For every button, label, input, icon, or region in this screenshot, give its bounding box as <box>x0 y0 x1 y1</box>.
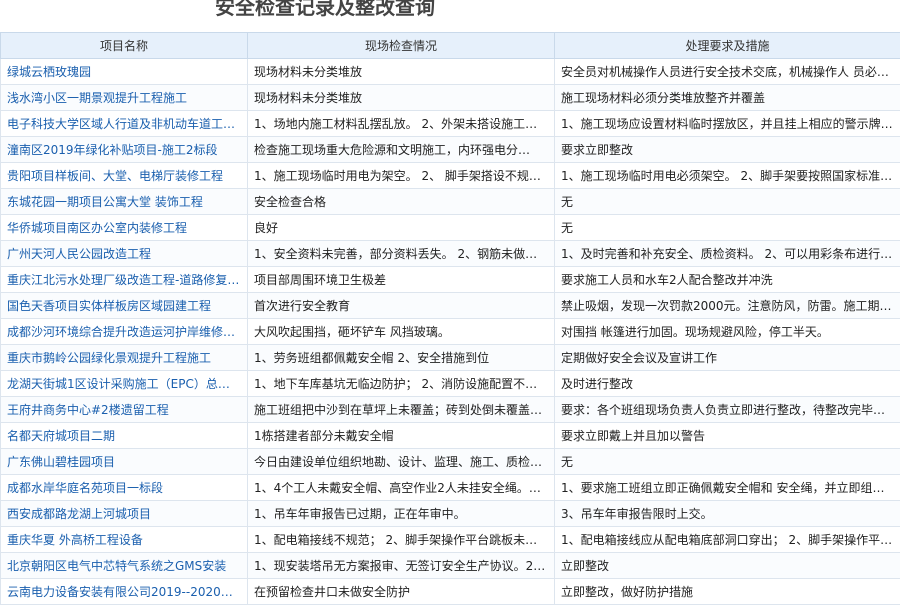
requirements-cell: 无 <box>555 215 900 241</box>
site-inspection-cell: 1、地下车库基坑无临边防护； 2、消防设施配置不全… <box>248 371 555 397</box>
requirements-cell: 禁止吸烟，发现一次罚款2000元。注意防风，防雷。施工期间… <box>555 293 900 319</box>
requirements-cell: 3、吊车年审报告限时上交。 <box>555 501 900 527</box>
page-title: 安全检查记录及整改查询 <box>215 0 435 20</box>
requirements-cell: 1、及时完善和补充安全、质检资料。 2、可以用彩条布进行遮… <box>555 241 900 267</box>
table-row[interactable]: 重庆市鹅岭公园绿化景观提升工程施工1、劳务班组都佩戴安全帽 2、安全措施到位定期… <box>1 345 900 371</box>
requirements-cell: 1、要求施工班组立即正确佩戴安全帽和 安全绳，并立即组织跳… <box>555 475 900 501</box>
site-inspection-cell: 在预留检查井口未做安全防护 <box>248 579 555 605</box>
table-row[interactable]: 重庆江北污水处理厂级改造工程-道路修复工程项目部周围环境卫生极差要求施工人员和水… <box>1 267 900 293</box>
table-row[interactable]: 成都沙河环境综合提升改造运河护岸维修改造大风吹起围挡，砸坏铲车 风挡玻璃。对围挡… <box>1 319 900 345</box>
site-inspection-cell: 1、配电箱接线不规范； 2、脚手架操作平台跳板未满… <box>248 527 555 553</box>
requirements-cell: 安全员对机械操作人员进行安全技术交底，机械操作人 员必须… <box>555 59 900 85</box>
project-name-link[interactable]: 北京朝阳区电气中芯特气系统之GMS安装 <box>1 553 248 579</box>
column-header-requirements[interactable]: 处理要求及措施 <box>555 33 900 59</box>
site-inspection-cell: 1栋搭建者部分未戴安全帽 <box>248 423 555 449</box>
column-header-project-name[interactable]: 项目名称 <box>1 33 248 59</box>
table-row[interactable]: 东城花园一期项目公寓大堂 装饰工程安全检查合格无 <box>1 189 900 215</box>
table-row[interactable]: 龙湖天街城1区设计采购施工（EPC）总承包工程1、地下车库基坑无临边防护； 2、… <box>1 371 900 397</box>
site-inspection-cell: 1、现安装塔吊无方案报审、无签订安全生产协议。2、… <box>248 553 555 579</box>
project-name-link[interactable]: 龙湖天街城1区设计采购施工（EPC）总承包工程 <box>1 371 248 397</box>
requirements-cell: 无 <box>555 189 900 215</box>
table-row[interactable]: 北京朝阳区电气中芯特气系统之GMS安装1、现安装塔吊无方案报审、无签订安全生产协… <box>1 553 900 579</box>
table-row[interactable]: 成都水岸华庭名苑项目一标段1、4个工人未戴安全帽、高空作业2人未挂安全绳。无…1… <box>1 475 900 501</box>
project-name-link[interactable]: 王府井商务中心#2楼遗留工程 <box>1 397 248 423</box>
project-name-link[interactable]: 潼南区2019年绿化补贴项目-施工2标段 <box>1 137 248 163</box>
project-name-link[interactable]: 重庆江北污水处理厂级改造工程-道路修复工程 <box>1 267 248 293</box>
column-header-site-inspection[interactable]: 现场检查情况 <box>248 33 555 59</box>
site-inspection-cell: 1、4个工人未戴安全帽、高空作业2人未挂安全绳。无… <box>248 475 555 501</box>
site-inspection-cell: 项目部周围环境卫生极差 <box>248 267 555 293</box>
project-name-link[interactable]: 云南电力设备安装有限公司2019--2020年度劳务… <box>1 579 248 605</box>
requirements-cell: 1、配电箱接线应从配电箱底部洞口穿出； 2、脚手架操作平台… <box>555 527 900 553</box>
table-row[interactable]: 名都天府城项目二期1栋搭建者部分未戴安全帽要求立即戴上并且加以警告 <box>1 423 900 449</box>
project-name-link[interactable]: 重庆华夏 外高桥工程设备 <box>1 527 248 553</box>
requirements-cell: 1、施工现场临时用电必须架空。 2、脚手架要按照国家标准进… <box>555 163 900 189</box>
table-row[interactable]: 国色天香项目实体样板房区域园建工程首次进行安全教育禁止吸烟，发现一次罚款2000… <box>1 293 900 319</box>
requirements-cell: 施工现场材料必须分类堆放整齐并覆盖 <box>555 85 900 111</box>
project-name-link[interactable]: 成都沙河环境综合提升改造运河护岸维修改造 <box>1 319 248 345</box>
requirements-cell: 立即整改 <box>555 553 900 579</box>
requirements-cell: 对围挡 帐篷进行加固。现场规避风险，停工半天。 <box>555 319 900 345</box>
site-inspection-cell: 安全检查合格 <box>248 189 555 215</box>
project-name-link[interactable]: 浅水湾小区一期景观提升工程施工 <box>1 85 248 111</box>
site-inspection-cell: 1、吊车年审报告已过期，正在年审中。 <box>248 501 555 527</box>
table-header: 项目名称 现场检查情况 处理要求及措施 <box>1 33 900 59</box>
table-row[interactable]: 贵阳项目样板间、大堂、电梯厅装修工程1、施工现场临时用电为架空。 2、 脚手架搭… <box>1 163 900 189</box>
site-inspection-cell: 今日由建设单位组织地勘、设计、监理、施工、质检… <box>248 449 555 475</box>
table-row[interactable]: 重庆华夏 外高桥工程设备1、配电箱接线不规范； 2、脚手架操作平台跳板未满…1、… <box>1 527 900 553</box>
table-row[interactable]: 电子科技大学区域人行道及非机动车道工程施工1、场地内施工材料乱摆乱放。 2、外架… <box>1 111 900 137</box>
requirements-cell: 定期做好安全会议及宣讲工作 <box>555 345 900 371</box>
project-name-link[interactable]: 成都水岸华庭名苑项目一标段 <box>1 475 248 501</box>
table-row[interactable]: 浅水湾小区一期景观提升工程施工现场材料未分类堆放施工现场材料必须分类堆放整齐并覆… <box>1 85 900 111</box>
project-name-link[interactable]: 国色天香项目实体样板房区域园建工程 <box>1 293 248 319</box>
table-row[interactable]: 华侨城项目南区办公室内装修工程良好无 <box>1 215 900 241</box>
requirements-cell: 要求立即戴上并且加以警告 <box>555 423 900 449</box>
site-inspection-cell: 大风吹起围挡，砸坏铲车 风挡玻璃。 <box>248 319 555 345</box>
table-row[interactable]: 云南电力设备安装有限公司2019--2020年度劳务…在预留检查井口未做安全防护… <box>1 579 900 605</box>
site-inspection-cell: 1、安全资料未完善，部分资料丢失。 2、钢筋未做防… <box>248 241 555 267</box>
project-name-link[interactable]: 贵阳项目样板间、大堂、电梯厅装修工程 <box>1 163 248 189</box>
site-inspection-cell: 1、劳务班组都佩戴安全帽 2、安全措施到位 <box>248 345 555 371</box>
table-row[interactable]: 潼南区2019年绿化补贴项目-施工2标段检查施工现场重大危险源和文明施工，内环强… <box>1 137 900 163</box>
site-inspection-cell: 检查施工现场重大危险源和文明施工，内环强电分… <box>248 137 555 163</box>
project-name-link[interactable]: 华侨城项目南区办公室内装修工程 <box>1 215 248 241</box>
project-name-link[interactable]: 西安成都路龙湖上河城项目 <box>1 501 248 527</box>
site-inspection-cell: 现场材料未分类堆放 <box>248 59 555 85</box>
table-row[interactable]: 绿城云栖玫瑰园现场材料未分类堆放安全员对机械操作人员进行安全技术交底，机械操作人… <box>1 59 900 85</box>
requirements-cell: 无 <box>555 449 900 475</box>
site-inspection-cell: 施工班组把中沙到在草坪上未覆盖；砖到处倒未覆盖… <box>248 397 555 423</box>
project-name-link[interactable]: 电子科技大学区域人行道及非机动车道工程施工 <box>1 111 248 137</box>
project-name-link[interactable]: 重庆市鹅岭公园绿化景观提升工程施工 <box>1 345 248 371</box>
requirements-cell: 1、施工现场应设置材料临时摆放区，并且挂上相应的警示牌。 … <box>555 111 900 137</box>
site-inspection-cell: 良好 <box>248 215 555 241</box>
requirements-cell: 要求立即整改 <box>555 137 900 163</box>
table-row[interactable]: 广州天河人民公园改造工程1、安全资料未完善，部分资料丢失。 2、钢筋未做防…1、… <box>1 241 900 267</box>
project-name-link[interactable]: 名都天府城项目二期 <box>1 423 248 449</box>
project-name-link[interactable]: 广东佛山碧桂园项目 <box>1 449 248 475</box>
table-row[interactable]: 西安成都路龙湖上河城项目1、吊车年审报告已过期，正在年审中。3、吊车年审报告限时… <box>1 501 900 527</box>
table-body: 绿城云栖玫瑰园现场材料未分类堆放安全员对机械操作人员进行安全技术交底，机械操作人… <box>1 59 900 605</box>
project-name-link[interactable]: 东城花园一期项目公寓大堂 装饰工程 <box>1 189 248 215</box>
requirements-cell: 要求：各个班组现场负责人负责立即进行整改，待整改完毕后经… <box>555 397 900 423</box>
table-row[interactable]: 广东佛山碧桂园项目今日由建设单位组织地勘、设计、监理、施工、质检…无 <box>1 449 900 475</box>
project-name-link[interactable]: 绿城云栖玫瑰园 <box>1 59 248 85</box>
site-inspection-cell: 首次进行安全教育 <box>248 293 555 319</box>
requirements-cell: 要求施工人员和水车2人配合整改并冲洗 <box>555 267 900 293</box>
table-row[interactable]: 王府井商务中心#2楼遗留工程施工班组把中沙到在草坪上未覆盖；砖到处倒未覆盖…要求… <box>1 397 900 423</box>
project-name-link[interactable]: 广州天河人民公园改造工程 <box>1 241 248 267</box>
requirements-cell: 立即整改，做好防护措施 <box>555 579 900 605</box>
requirements-cell: 及时进行整改 <box>555 371 900 397</box>
site-inspection-cell: 1、施工现场临时用电为架空。 2、 脚手架搭设不规范… <box>248 163 555 189</box>
inspection-table: 项目名称 现场检查情况 处理要求及措施 绿城云栖玫瑰园现场材料未分类堆放安全员对… <box>0 32 900 605</box>
site-inspection-cell: 现场材料未分类堆放 <box>248 85 555 111</box>
site-inspection-cell: 1、场地内施工材料乱摆乱放。 2、外架未搭设施工通… <box>248 111 555 137</box>
